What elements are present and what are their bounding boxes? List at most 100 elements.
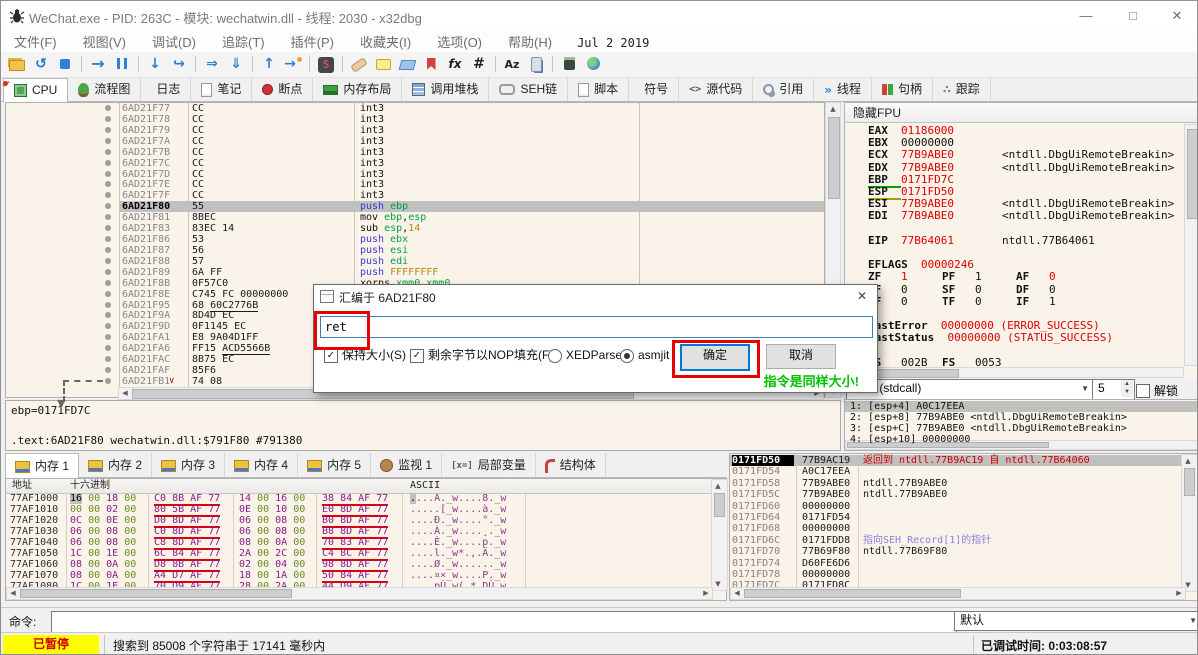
xedparse-radio[interactable]: XEDParse [548, 348, 622, 363]
stack-row[interactable]: 0171FD6000000000 [730, 501, 1184, 512]
menu-item[interactable]: 视图(V) [70, 31, 139, 52]
tab-调用堆栈[interactable]: 调用堆栈 [402, 78, 489, 101]
stack-row[interactable]: 0171FD6C0171FDD8指向SEH_Record[1]的指针 [730, 535, 1184, 546]
close-button[interactable]: ✕ [1155, 1, 1198, 31]
tab-局部变量[interactable]: [x=]局部变量 [442, 453, 536, 477]
memory-row[interactable]: 77AF106008 00 0A 00D8 8B AF 7702 00 04 0… [6, 559, 712, 570]
tab-跟踪[interactable]: ∴跟踪 [933, 78, 991, 101]
functions-icon[interactable] [443, 54, 467, 76]
patches-icon[interactable] [347, 54, 371, 76]
breakpoint-dot-icon[interactable] [105, 116, 111, 122]
memory-hscrollbar[interactable]: ◀ ▶ [6, 587, 713, 600]
globe-icon[interactable] [581, 54, 605, 76]
disasm-row[interactable]: 6AD21F8055push ebp [6, 201, 824, 212]
register-row[interactable]: OF 0SF 0DF 0 [868, 284, 1185, 296]
registers-panel[interactable]: 隐藏FPU EAX01186000EBX00000000ECX77B9ABE0<… [844, 102, 1198, 398]
keep-size-checkbox[interactable]: ✓保持大小(S) [324, 348, 406, 363]
disasm-row[interactable]: 6AD21F8653push ebx [6, 234, 824, 245]
breakpoint-dot-icon[interactable] [105, 302, 111, 308]
step-over-icon[interactable] [167, 54, 191, 76]
breakpoint-dot-icon[interactable] [105, 378, 111, 384]
stack-row[interactable]: 0171FD74D60FE6D6 [730, 558, 1184, 569]
breakpoint-dot-icon[interactable] [105, 367, 111, 373]
dialog-title-bar[interactable]: 汇编于 6AD21F80 ✕ [314, 285, 877, 307]
breakpoint-dot-icon[interactable] [105, 345, 111, 351]
restart-icon[interactable] [29, 54, 53, 76]
stack-hscrollbar[interactable]: ◀ ▶ [730, 587, 1186, 600]
stop-icon[interactable] [53, 54, 77, 76]
tab-符号[interactable]: 符号 [629, 78, 679, 101]
memory-row[interactable]: 77AF10200C 00 0E 00D0 8D AF 7706 00 08 0… [6, 515, 712, 526]
breakpoint-dot-icon[interactable] [105, 334, 111, 340]
lasterror-row[interactable]: LastError 00000000 (ERROR_SUCCESS) [868, 320, 1185, 332]
stack-row[interactable]: 0171FD7800000000 [730, 569, 1184, 580]
disasm-row[interactable]: 6AD21F7FCCint3 [6, 190, 824, 201]
hide-fpu-button[interactable]: 隐藏FPU [845, 103, 1198, 123]
pause-icon[interactable] [110, 54, 134, 76]
breakpoint-dot-icon[interactable] [105, 138, 111, 144]
breakpoint-dot-icon[interactable] [105, 312, 111, 318]
register-row[interactable]: EBP0171FD7C [868, 174, 1185, 186]
disasm-row[interactable]: 6AD21F7ACCint3 [6, 136, 824, 147]
stack-row[interactable]: 0171FD640171FD54 [730, 512, 1184, 523]
tab-内存 3[interactable]: 内存 3 [152, 453, 225, 477]
memory-row[interactable]: 77AF104006 00 08 00C8 8D AF 7708 00 0A 0… [6, 537, 712, 548]
tab-笔记[interactable]: 笔记 [191, 78, 252, 101]
tab-断点[interactable]: 断点 [252, 78, 313, 101]
tab-引用[interactable]: 引用 [753, 78, 814, 101]
cancel-button[interactable]: 取消 [766, 344, 836, 369]
tab-SEH链[interactable]: SEH链 [489, 78, 568, 101]
arg-count-stepper[interactable]: 5 ▲▼ [1092, 379, 1135, 400]
argument-row[interactable]: 2: [esp+8] 77B9ABE0 <ntdll.DbgUiRemoteBr… [845, 412, 1198, 423]
breakpoint-dot-icon[interactable] [105, 356, 111, 362]
tab-脚本[interactable]: 脚本 [568, 78, 629, 101]
step-into-icon[interactable] [143, 54, 167, 76]
menu-item[interactable]: 调试(D) [139, 31, 209, 52]
tab-句柄[interactable]: 句柄 [872, 78, 933, 101]
argument-row[interactable]: 4: [esp+10] 00000000 [845, 434, 1198, 445]
stepper-arrows-icon[interactable]: ▲▼ [1121, 380, 1133, 397]
breakpoint-dot-icon[interactable] [105, 323, 111, 329]
breakpoint-dot-icon[interactable] [105, 203, 111, 209]
strings-icon[interactable] [314, 54, 338, 76]
disasm-row[interactable]: 6AD21F77CCint3 [6, 103, 824, 114]
disasm-row[interactable]: 6AD21F78CCint3 [6, 114, 824, 125]
register-row[interactable]: EDI77B9ABE0<ntdll.DbgUiRemoteBreakin> [868, 210, 1185, 222]
register-row[interactable]: ZF 1PF 1AF 0 [868, 271, 1185, 283]
tab-日志[interactable]: 日志 [141, 78, 191, 101]
memory-row[interactable]: 77AF103006 00 08 00C0 8D AF 7706 00 08 0… [6, 526, 712, 537]
stack-row[interactable]: 0171FD5077B9AC19返回到 ntdll.77B9AC19 自 ntd… [730, 455, 1184, 466]
open-file-icon[interactable] [5, 54, 29, 76]
register-row[interactable]: ESP0171FD50 [868, 186, 1185, 198]
device-icon[interactable] [524, 54, 548, 76]
tab-内存 2[interactable]: 内存 2 [79, 453, 152, 477]
register-row[interactable]: CF 0TF 0IF 1 [868, 296, 1185, 308]
menu-item[interactable]: 插件(P) [278, 31, 347, 52]
memory-row[interactable]: 77AF10501C 00 1E 006C 84 AF 772A 00 2C 0… [6, 548, 712, 559]
disasm-row[interactable]: 6AD21F7ECCint3 [6, 179, 824, 190]
registers-hscrollbar[interactable] [845, 367, 1184, 378]
case-icon[interactable] [500, 54, 524, 76]
run-to-user-icon[interactable] [281, 54, 305, 76]
breakpoint-dot-icon[interactable] [105, 181, 111, 187]
breakpoint-dot-icon[interactable] [105, 280, 111, 286]
breakpoint-dot-icon[interactable] [105, 171, 111, 177]
stack-row[interactable]: 0171FD5C77B9ABE0ntdll.77B9ABE0 [730, 489, 1184, 500]
breakpoint-dot-icon[interactable] [105, 258, 111, 264]
tab-流程图[interactable]: 流程图 [68, 78, 141, 101]
breakpoint-dot-icon[interactable] [105, 149, 111, 155]
breakpoint-dot-icon[interactable] [105, 214, 111, 220]
breakpoint-dot-icon[interactable] [105, 247, 111, 253]
tab-内存 1[interactable]: 内存 1 [5, 453, 79, 479]
disasm-row[interactable]: 6AD21F8756push esi [6, 245, 824, 256]
minimize-button[interactable]: — [1064, 1, 1108, 31]
disasm-row[interactable]: 6AD21F7DCCint3 [6, 169, 824, 180]
register-row[interactable]: GS 002BFS 0053 [868, 357, 1185, 367]
command-profile-select[interactable]: 默认 ▼ [954, 611, 1198, 631]
laststatus-row[interactable]: LastStatus 00000000 (STATUS_SUCCESS) [868, 332, 1185, 344]
tab-结构体[interactable]: 结构体 [536, 453, 606, 477]
register-row[interactable]: EDX77B9ABE0<ntdll.DbgUiRemoteBreakin> [868, 162, 1185, 174]
compare-icon[interactable] [467, 54, 491, 76]
stack-row[interactable]: 0171FD7077B69F80ntdll.77B69F80 [730, 546, 1184, 557]
menu-item[interactable]: 帮助(H) [495, 31, 565, 52]
